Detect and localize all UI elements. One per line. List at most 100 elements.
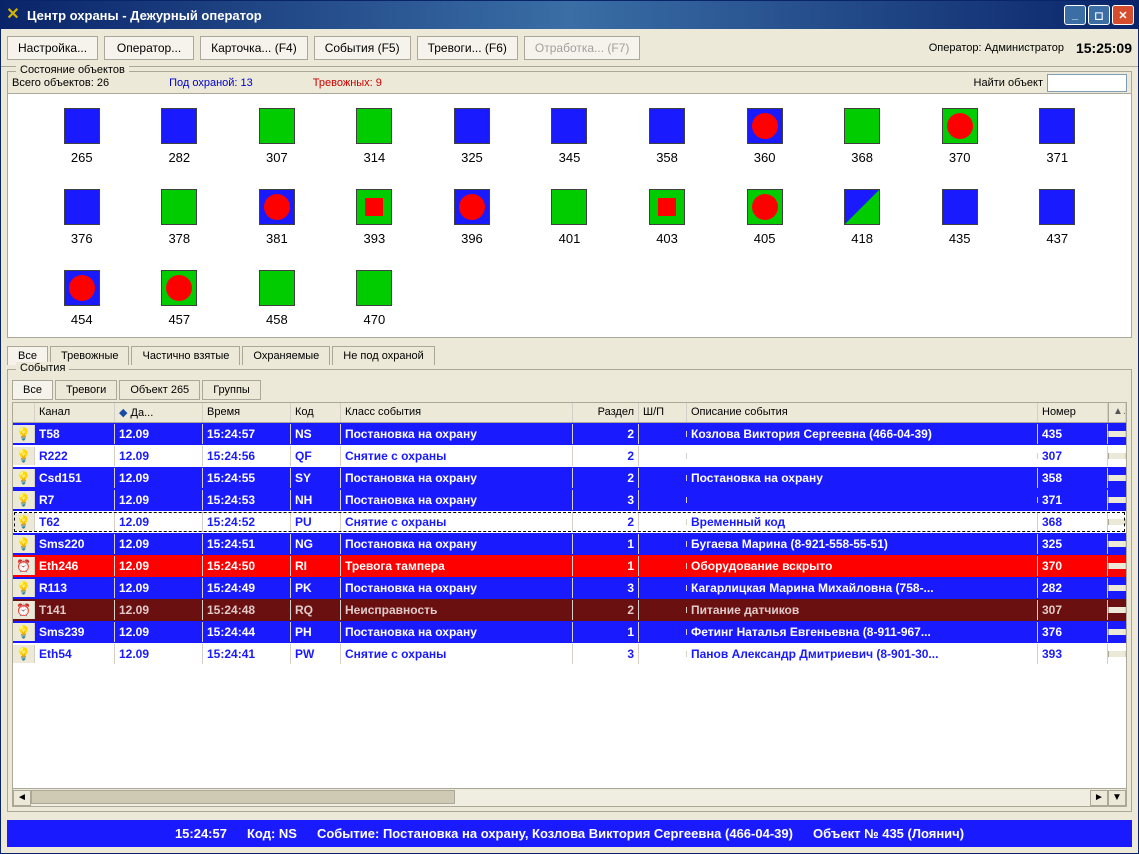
col-channel-header[interactable]: Канал xyxy=(35,403,115,422)
vscroll-gutter[interactable] xyxy=(1108,453,1126,459)
object-282[interactable]: 282 xyxy=(136,108,224,165)
cell-channel: R113 xyxy=(35,578,115,598)
object-435[interactable]: 435 xyxy=(916,189,1004,246)
cell-num: 370 xyxy=(1038,556,1108,576)
horizontal-scrollbar[interactable]: ◄ ► ▼ xyxy=(13,788,1126,806)
object-370[interactable]: 370 xyxy=(916,108,1004,165)
col-class-header[interactable]: Класс события xyxy=(341,403,573,422)
object-number-label: 401 xyxy=(559,231,581,246)
object-437[interactable]: 437 xyxy=(1013,189,1101,246)
object-number-label: 403 xyxy=(656,231,678,246)
toolbar-button-3[interactable]: События (F5) xyxy=(314,36,411,60)
col-time-header[interactable]: Время xyxy=(203,403,291,422)
vscroll-gutter[interactable] xyxy=(1108,629,1126,635)
toolbar-button-4[interactable]: Тревоги... (F6) xyxy=(417,36,518,60)
object-376[interactable]: 376 xyxy=(38,189,126,246)
col-desc-header[interactable]: Описание события xyxy=(687,403,1038,422)
scroll-thumb[interactable] xyxy=(31,790,455,804)
cell-date: 12.09 xyxy=(115,446,203,466)
event-tab-1[interactable]: Тревоги xyxy=(55,380,117,400)
event-row[interactable]: 💡T6212.0915:24:52PUСнятие с охраны2Време… xyxy=(13,511,1126,533)
object-470[interactable]: 470 xyxy=(331,270,419,327)
event-row[interactable]: 💡Eth5412.0915:24:41PWСнятие с охраны3Пан… xyxy=(13,643,1126,665)
object-314[interactable]: 314 xyxy=(331,108,419,165)
object-396[interactable]: 396 xyxy=(428,189,516,246)
scroll-left-button[interactable]: ◄ xyxy=(13,790,31,806)
vscroll-gutter[interactable] xyxy=(1108,497,1126,503)
object-371[interactable]: 371 xyxy=(1013,108,1101,165)
object-378[interactable]: 378 xyxy=(136,189,224,246)
event-row[interactable]: 💡R712.0915:24:53NHПостановка на охрану33… xyxy=(13,489,1126,511)
object-325[interactable]: 325 xyxy=(428,108,516,165)
cell-date: 12.09 xyxy=(115,534,203,554)
scroll-track[interactable] xyxy=(31,790,1090,806)
object-457[interactable]: 457 xyxy=(136,270,224,327)
col-date-header[interactable]: ◆ Да... xyxy=(115,403,203,422)
object-265[interactable]: 265 xyxy=(38,108,126,165)
vscroll-gutter[interactable] xyxy=(1108,563,1126,569)
vscroll-gutter[interactable] xyxy=(1108,651,1126,657)
object-454[interactable]: 454 xyxy=(38,270,126,327)
vscroll-gutter[interactable] xyxy=(1108,607,1126,613)
objects-statusbar: Всего объектов: 26 Под охраной: 13 Трево… xyxy=(8,72,1131,94)
event-row[interactable]: 💡Sms22012.0915:24:51NGПостановка на охра… xyxy=(13,533,1126,555)
object-418[interactable]: 418 xyxy=(818,189,906,246)
event-tab-2[interactable]: Объект 265 xyxy=(119,380,200,400)
col-shp-header[interactable]: Ш/П xyxy=(639,403,687,422)
object-403[interactable]: 403 xyxy=(623,189,711,246)
object-405[interactable]: 405 xyxy=(721,189,809,246)
object-tab-2[interactable]: Частично взятые xyxy=(131,346,240,365)
main-window: ✕ Центр охраны - Дежурный оператор _ ◻ ✕… xyxy=(0,0,1139,854)
find-object-input[interactable] xyxy=(1047,74,1127,92)
event-row[interactable]: 💡Sms23912.0915:24:44PHПостановка на охра… xyxy=(13,621,1126,643)
event-tab-0[interactable]: Все xyxy=(12,380,53,400)
object-tab-3[interactable]: Охраняемые xyxy=(242,346,330,365)
object-360[interactable]: 360 xyxy=(721,108,809,165)
minimize-button[interactable]: _ xyxy=(1064,5,1086,25)
object-square-icon xyxy=(747,189,783,225)
event-tab-3[interactable]: Группы xyxy=(202,380,261,400)
event-row[interactable]: 💡R11312.0915:24:49PKПостановка на охрану… xyxy=(13,577,1126,599)
scroll-right-button[interactable]: ► xyxy=(1090,790,1108,806)
object-307[interactable]: 307 xyxy=(233,108,321,165)
col-icon-header[interactable] xyxy=(13,403,35,422)
object-458[interactable]: 458 xyxy=(233,270,321,327)
event-row[interactable]: ⏰T14112.0915:24:48RQНеисправность2Питани… xyxy=(13,599,1126,621)
maximize-button[interactable]: ◻ xyxy=(1088,5,1110,25)
cell-time: 15:24:49 xyxy=(203,578,291,598)
vscroll-gutter[interactable] xyxy=(1108,541,1126,547)
cell-date: 12.09 xyxy=(115,490,203,510)
event-row[interactable]: 💡Csd15112.0915:24:55SYПостановка на охра… xyxy=(13,467,1126,489)
toolbar-button-0[interactable]: Настройка... xyxy=(7,36,98,60)
vscroll-gutter[interactable] xyxy=(1108,585,1126,591)
col-section-header[interactable]: Раздел xyxy=(573,403,639,422)
object-345[interactable]: 345 xyxy=(526,108,614,165)
event-row[interactable]: 💡R22212.0915:24:56QFСнятие с охраны2307 xyxy=(13,445,1126,467)
object-358[interactable]: 358 xyxy=(623,108,711,165)
vscroll-gutter[interactable] xyxy=(1108,519,1126,525)
object-393[interactable]: 393 xyxy=(331,189,419,246)
close-button[interactable]: ✕ xyxy=(1112,5,1134,25)
object-381[interactable]: 381 xyxy=(233,189,321,246)
cell-class: Постановка на охрану xyxy=(341,424,573,444)
event-row[interactable]: 💡T5812.0915:24:57NSПостановка на охрану2… xyxy=(13,423,1126,445)
object-number-label: 437 xyxy=(1046,231,1068,246)
cell-time: 15:24:57 xyxy=(203,424,291,444)
object-368[interactable]: 368 xyxy=(818,108,906,165)
object-401[interactable]: 401 xyxy=(526,189,614,246)
vscroll-gutter[interactable] xyxy=(1108,475,1126,481)
cell-section: 2 xyxy=(573,512,639,532)
cell-class: Постановка на охрану xyxy=(341,468,573,488)
vscroll-gutter[interactable] xyxy=(1108,431,1126,437)
footer-event: Событие: Постановка на охрану, Козлова В… xyxy=(317,826,793,841)
toolbar-button-2[interactable]: Карточка... (F4) xyxy=(200,36,308,60)
event-row[interactable]: ⏰Eth24612.0915:24:50RIТревога тампера1Об… xyxy=(13,555,1126,577)
cell-date: 12.09 xyxy=(115,468,203,488)
toolbar-button-1[interactable]: Оператор... xyxy=(104,36,194,60)
col-code-header[interactable]: Код xyxy=(291,403,341,422)
scroll-up-button[interactable]: ▲ xyxy=(1108,403,1126,422)
object-tab-4[interactable]: Не под охраной xyxy=(332,346,435,365)
col-num-header[interactable]: Номер xyxy=(1038,403,1108,422)
object-square-icon xyxy=(747,108,783,144)
scroll-down-button[interactable]: ▼ xyxy=(1108,790,1126,806)
